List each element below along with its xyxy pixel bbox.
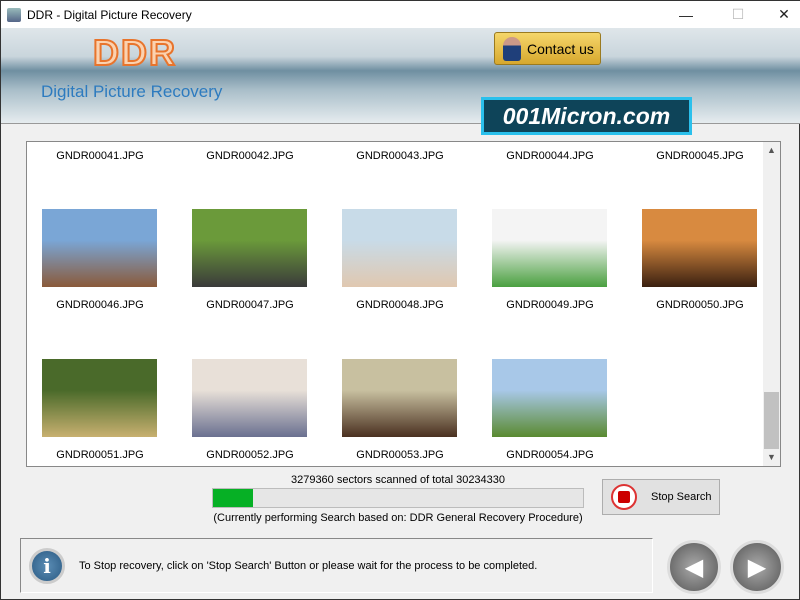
minimize-button[interactable]: — xyxy=(663,1,709,28)
info-icon: i xyxy=(29,547,65,584)
file-name: GNDR00049.JPG xyxy=(506,299,594,311)
file-thumbnail[interactable] xyxy=(42,209,157,287)
contact-label: Contact us xyxy=(527,40,594,57)
info-panel: i To Stop recovery, click on 'Stop Searc… xyxy=(20,538,653,593)
file-thumbnail[interactable] xyxy=(342,209,457,287)
brand-logo: 001Micron.com xyxy=(481,97,692,135)
file-thumbnail[interactable] xyxy=(342,359,457,437)
info-message: To Stop recovery, click on 'Stop Search'… xyxy=(79,559,538,572)
stop-icon xyxy=(611,484,637,510)
file-name: GNDR00047.JPG xyxy=(206,299,294,311)
file-name: GNDR00041.JPG xyxy=(56,150,144,162)
window-title: DDR - Digital Picture Recovery xyxy=(27,7,192,22)
file-name: GNDR00043.JPG xyxy=(356,150,444,162)
title-bar: DDR - Digital Picture Recovery — ☐ ✕ xyxy=(1,1,800,28)
file-name: GNDR00053.JPG xyxy=(356,449,444,461)
file-thumbnail[interactable] xyxy=(492,359,607,437)
app-icon xyxy=(7,7,21,22)
recovered-files-grid: ▲ ▼ GNDR00041.JPG GNDR00042.JPG GNDR00043.… xyxy=(26,141,781,467)
app-subtitle: Digital Picture Recovery xyxy=(41,82,223,101)
file-name: GNDR00046.JPG xyxy=(56,299,144,311)
stop-search-button[interactable]: Stop Search xyxy=(602,479,720,515)
back-button[interactable]: ◀ xyxy=(667,540,721,594)
file-thumbnail[interactable] xyxy=(192,359,307,437)
file-name: GNDR00042.JPG xyxy=(206,150,294,162)
scan-status: 3279360 sectors scanned of total 3023433… xyxy=(290,474,506,486)
procedure-text: (Currently performing Search based on: D… xyxy=(213,512,583,524)
file-thumbnail[interactable] xyxy=(42,359,157,437)
ddr-logo: DDR xyxy=(92,31,177,74)
file-name: GNDR00052.JPG xyxy=(206,449,294,461)
scroll-down-arrow-icon[interactable]: ▼ xyxy=(763,449,780,466)
stop-search-label: Stop Search xyxy=(651,491,712,503)
close-button[interactable]: ✕ xyxy=(761,1,800,28)
maximize-button[interactable]: ☐ xyxy=(715,1,761,28)
contact-us-button[interactable]: Contact us xyxy=(494,32,601,65)
next-button[interactable]: ▶ xyxy=(730,540,784,594)
file-name: GNDR00048.JPG xyxy=(356,299,444,311)
file-thumbnail[interactable] xyxy=(642,209,757,287)
file-thumbnail[interactable] xyxy=(192,209,307,287)
file-name: GNDR00044.JPG xyxy=(506,150,594,162)
scan-progress-bar xyxy=(212,488,584,508)
file-name: GNDR00050.JPG xyxy=(656,299,744,311)
progress-fill xyxy=(213,489,253,507)
person-icon xyxy=(503,36,521,61)
header-banner: DDR Digital Picture Recovery Contact us … xyxy=(1,28,800,135)
file-name: GNDR00051.JPG xyxy=(56,449,144,461)
file-name: GNDR00054.JPG xyxy=(506,449,594,461)
file-thumbnail[interactable] xyxy=(492,209,607,287)
file-name: GNDR00045.JPG xyxy=(656,150,744,162)
scrollbar-thumb[interactable] xyxy=(764,392,779,449)
